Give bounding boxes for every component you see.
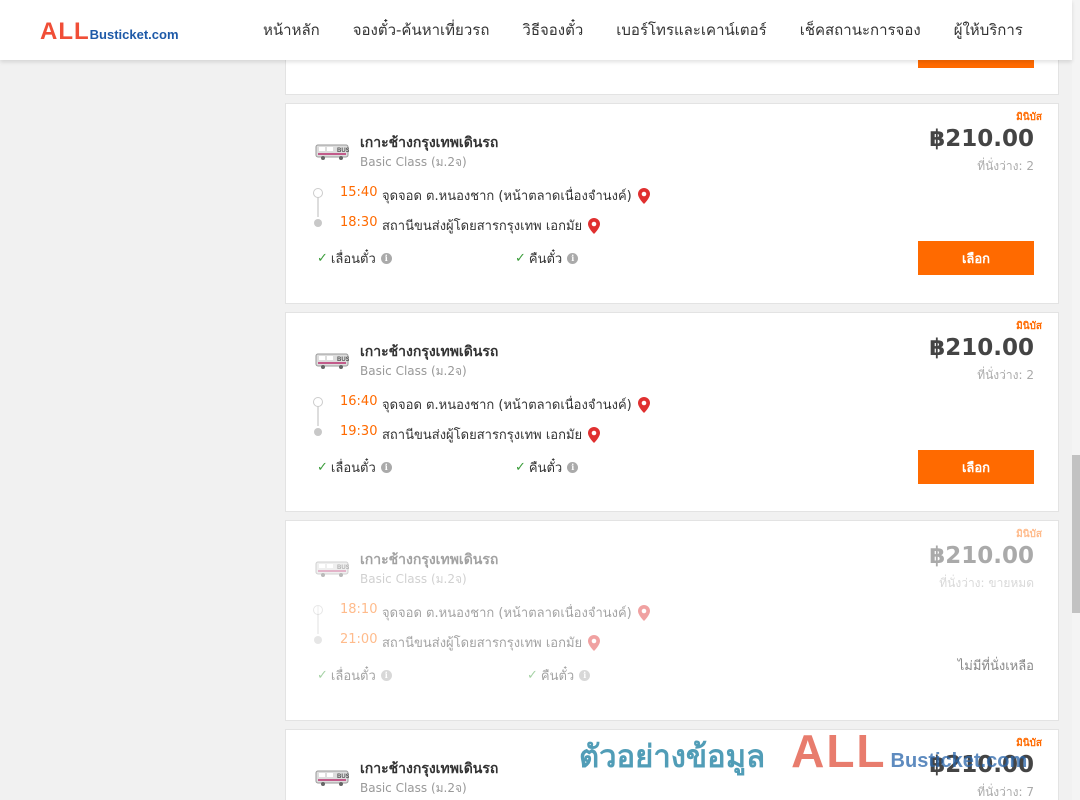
seats-available: ที่นั่งว่าง: ขายหมด: [939, 576, 1034, 590]
trip-card: มินิบัส BUS เกาะช้างกรุงเทพเดินรถ Basic …: [285, 103, 1059, 304]
feature-refund-label: คืนตั๋ว: [528, 461, 563, 476]
feature-refund-ticket: ✓ คืนตั๋ว i: [515, 457, 579, 478]
bus-type-badge: มินิบัส: [1016, 321, 1042, 332]
feature-move-label: เลื่อนตั๋ว: [330, 461, 376, 476]
bus-icon: BUS: [315, 770, 349, 786]
operator-name: เกาะช้างกรุงเทพเดินรถ: [360, 761, 499, 777]
info-icon[interactable]: i: [380, 670, 392, 681]
bus-class: Basic Class (ม.2จ): [360, 572, 467, 586]
info-icon[interactable]: i: [380, 462, 392, 473]
info-icon[interactable]: i: [567, 462, 579, 473]
map-pin-icon[interactable]: [637, 396, 650, 413]
trip-price: ฿210.00: [929, 543, 1034, 569]
bus-class: Basic Class (ม.2จ): [360, 155, 467, 169]
check-icon: ✓: [317, 460, 328, 475]
feature-refund-label: คืนตั๋ว: [540, 669, 575, 684]
departure-dot: [313, 397, 323, 407]
trip-card: มินิบัส BUS เกาะช้างกรุงเทพเดินรถ Basic …: [285, 312, 1059, 512]
feature-refund-ticket: ✓ คืนตั๋ว i: [515, 248, 579, 269]
map-pin-icon[interactable]: [588, 426, 601, 443]
operator-name: เกาะช้างกรุงเทพเดินรถ: [360, 135, 499, 151]
bus-type-badge: มินิบัส: [1016, 112, 1042, 123]
main-nav: หน้าหลัก จองตั๋ว-ค้นหาเที่ยวรถ วิธีจองตั…: [263, 0, 1023, 60]
nav-how-to-book[interactable]: วิธีจองตั๋ว: [522, 18, 583, 42]
feature-refund-ticket: ✓ คืนตั๋ว i: [527, 665, 591, 686]
feature-refund-label: คืนตั๋ว: [528, 252, 563, 267]
site-logo[interactable]: ALL Busticket.com: [40, 18, 179, 46]
info-icon[interactable]: i: [380, 253, 392, 264]
logo-all-text: ALL: [40, 18, 90, 45]
feature-move-label: เลื่อนตั๋ว: [330, 252, 376, 267]
departure-time: 18:10: [340, 602, 378, 617]
arrival-location-text: สถานีขนส่งผู้โดยสารกรุงเทพ เอกมัย: [382, 219, 583, 234]
logo-domain-text: Busticket.com: [89, 27, 179, 42]
departure-location: จุดจอด ต.หนองชาก (หน้าตลาดเนื่องจำนงค์): [382, 185, 650, 206]
bus-class: Basic Class (ม.2จ): [360, 781, 467, 795]
arrival-location-text: สถานีขนส่งผู้โดยสารกรุงเทพ เอกมัย: [382, 428, 583, 443]
trip-price: ฿210.00: [929, 126, 1034, 152]
select-button[interactable]: เลือก: [918, 241, 1034, 275]
feature-move-ticket: ✓ เลื่อนตั๋ว i: [317, 665, 392, 686]
trip-card-sold-out: มินิบัส BUS เกาะช้างกรุงเทพเดินรถ Basic …: [285, 520, 1059, 721]
sold-out-status: ไม่มีที่นั่งเหลือ: [957, 659, 1034, 674]
info-icon[interactable]: i: [579, 670, 591, 681]
arrival-dot: [314, 219, 322, 227]
arrival-time: 18:30: [340, 215, 378, 230]
seats-available: ที่นั่งว่าง: 2: [977, 368, 1034, 382]
departure-location: จุดจอด ต.หนองชาก (หน้าตลาดเนื่องจำนงค์): [382, 602, 650, 623]
nav-check-booking[interactable]: เช็คสถานะการจอง: [800, 18, 921, 42]
departure-time: 15:40: [340, 185, 378, 200]
site-header: ALL Busticket.com หน้าหลัก จองตั๋ว-ค้นหา…: [0, 0, 1072, 60]
select-button[interactable]: เลือก: [918, 450, 1034, 484]
bus-icon: BUS: [315, 561, 349, 577]
bus-icon: BUS: [315, 144, 349, 160]
check-icon: ✓: [527, 668, 538, 683]
nav-phone-counters[interactable]: เบอร์โทรและเคาน์เตอร์: [616, 18, 766, 42]
departure-location-text: จุดจอด ต.หนองชาก (หน้าตลาดเนื่องจำนงค์): [382, 189, 632, 204]
departure-location-text: จุดจอด ต.หนองชาก (หน้าตลาดเนื่องจำนงค์): [382, 606, 632, 621]
departure-location-text: จุดจอด ต.หนองชาก (หน้าตลาดเนื่องจำนงค์): [382, 398, 632, 413]
trip-card: มินิบัส BUS เกาะช้างกรุงเทพเดินรถ Basic …: [285, 729, 1059, 800]
departure-dot: [313, 188, 323, 198]
bus-type-badge: มินิบัส: [1016, 738, 1042, 749]
scrollbar-thumb[interactable]: [1072, 455, 1080, 613]
arrival-time: 19:30: [340, 424, 378, 439]
map-pin-icon[interactable]: [588, 634, 601, 651]
check-icon: ✓: [515, 460, 526, 475]
arrival-location-text: สถานีขนส่งผู้โดยสารกรุงเทพ เอกมัย: [382, 636, 583, 651]
feature-move-ticket: ✓ เลื่อนตั๋ว i: [317, 248, 392, 269]
feature-move-label: เลื่อนตั๋ว: [330, 669, 376, 684]
map-pin-icon[interactable]: [588, 217, 601, 234]
trip-price: ฿210.00: [929, 752, 1034, 778]
feature-move-ticket: ✓ เลื่อนตั๋ว i: [317, 457, 392, 478]
departure-dot: [313, 605, 323, 615]
seats-available: ที่นั่งว่าง: 2: [977, 159, 1034, 173]
check-icon: ✓: [317, 251, 328, 266]
departure-time: 16:40: [340, 394, 378, 409]
arrival-dot: [314, 636, 322, 644]
bus-type-badge: มินิบัส: [1016, 529, 1042, 540]
arrival-dot: [314, 428, 322, 436]
nav-book-search[interactable]: จองตั๋ว-ค้นหาเที่ยวรถ: [353, 18, 490, 42]
arrival-location: สถานีขนส่งผู้โดยสารกรุงเทพ เอกมัย: [382, 215, 601, 236]
operator-name: เกาะช้างกรุงเทพเดินรถ: [360, 344, 499, 360]
arrival-location: สถานีขนส่งผู้โดยสารกรุงเทพ เอกมัย: [382, 632, 601, 653]
bus-class: Basic Class (ม.2จ): [360, 364, 467, 378]
trip-price: ฿210.00: [929, 335, 1034, 361]
info-icon[interactable]: i: [567, 253, 579, 264]
check-icon: ✓: [515, 251, 526, 266]
arrival-time: 21:00: [340, 632, 378, 647]
nav-home[interactable]: หน้าหลัก: [263, 18, 320, 42]
operator-name: เกาะช้างกรุงเทพเดินรถ: [360, 552, 499, 568]
check-icon: ✓: [317, 668, 328, 683]
map-pin-icon[interactable]: [637, 604, 650, 621]
nav-operators[interactable]: ผู้ให้บริการ: [954, 18, 1023, 42]
arrival-location: สถานีขนส่งผู้โดยสารกรุงเทพ เอกมัย: [382, 424, 601, 445]
map-pin-icon[interactable]: [637, 187, 650, 204]
departure-location: จุดจอด ต.หนองชาก (หน้าตลาดเนื่องจำนงค์): [382, 394, 650, 415]
seats-available: ที่นั่งว่าง: 7: [977, 785, 1034, 799]
page-scrollbar[interactable]: [1072, 0, 1080, 800]
bus-icon: BUS: [315, 353, 349, 369]
